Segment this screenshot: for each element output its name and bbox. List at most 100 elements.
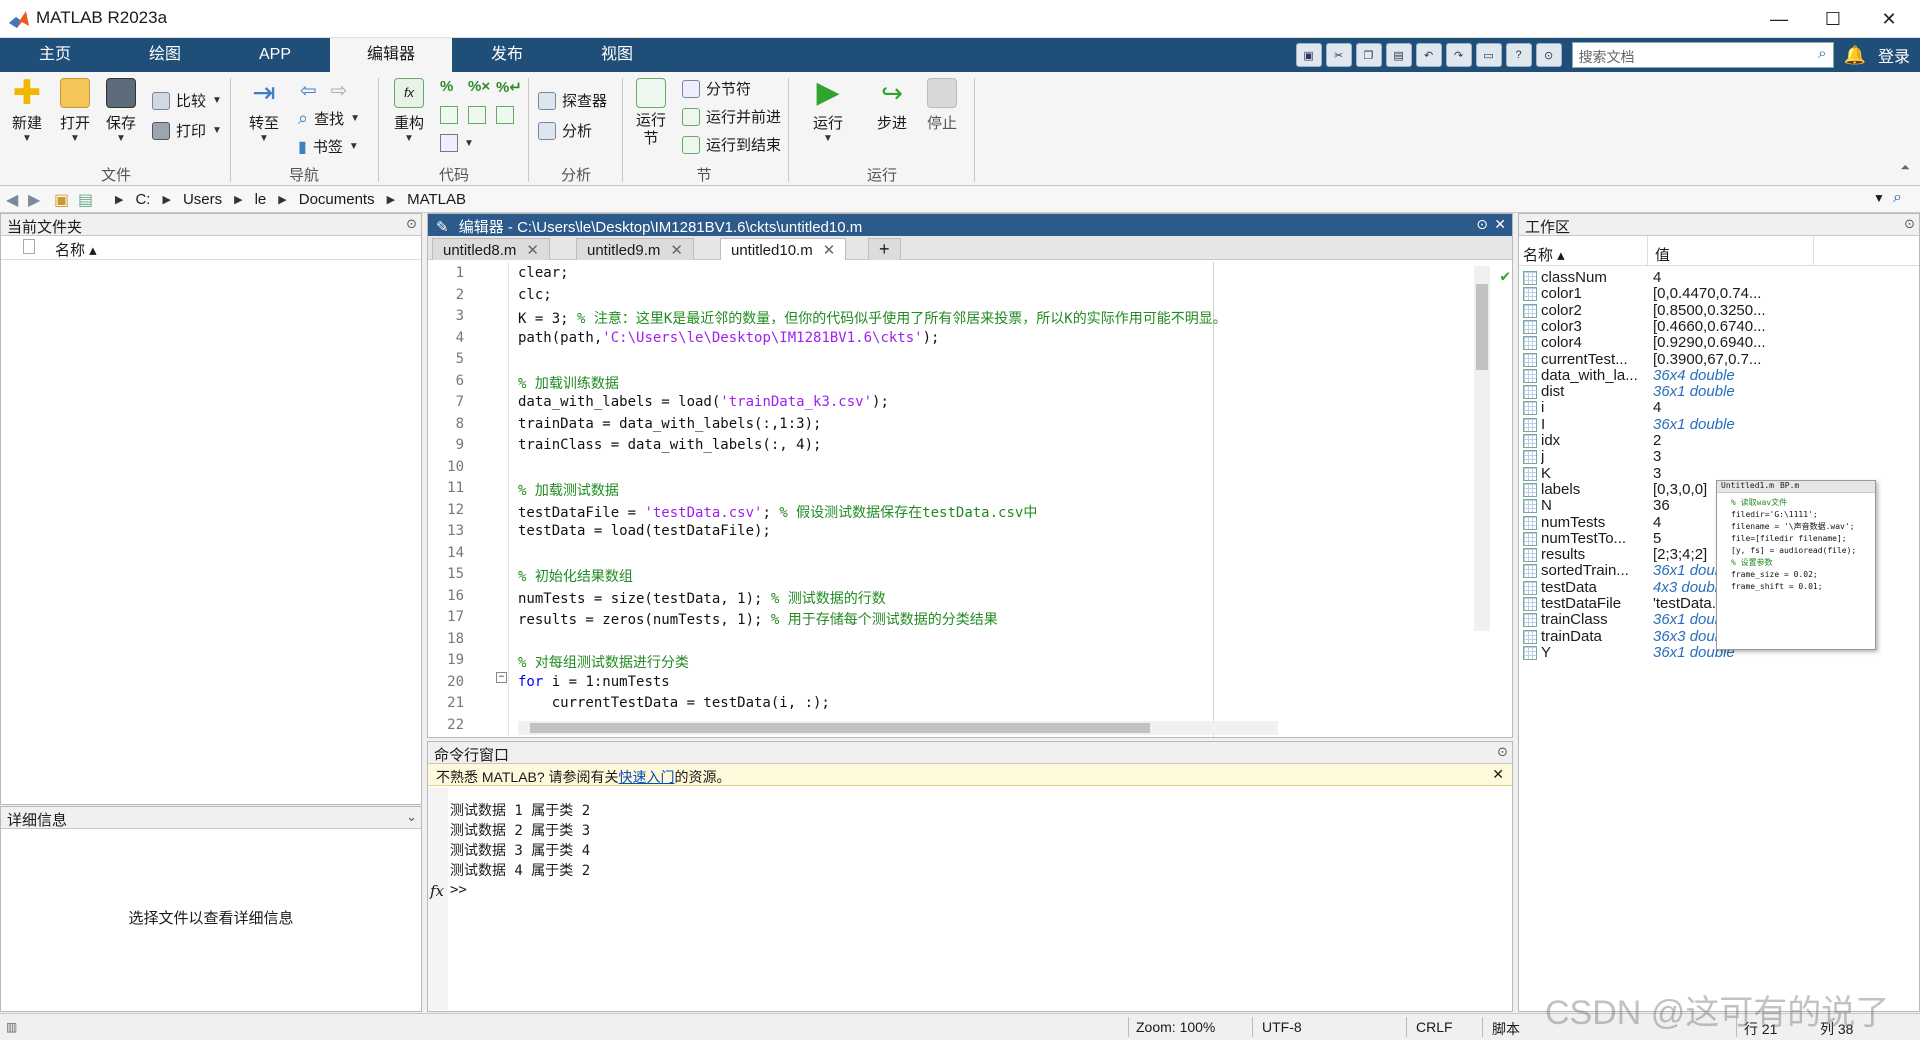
hscroll-thumb[interactable] <box>530 723 1150 733</box>
tab-view[interactable]: 视图 <box>562 38 672 72</box>
save-quick-icon[interactable]: ▣ <box>1295 43 1322 67</box>
forward-arrow-icon[interactable]: ⇨ <box>331 78 348 103</box>
comment-icon[interactable]: % <box>440 78 453 95</box>
line-number: 17 <box>447 609 464 625</box>
bookmark-button[interactable]: ▮ 书签 ▼ <box>298 136 359 157</box>
panel-menu-icon[interactable]: ⊙ <box>406 216 417 232</box>
code-line: clc; <box>518 287 552 303</box>
section-break-button[interactable]: 分节符 <box>682 78 751 99</box>
breadcrumb-item[interactable]: le <box>255 191 267 208</box>
breadcrumb-item[interactable]: MATLAB <box>407 191 466 208</box>
decrease-indent-icon[interactable] <box>468 106 486 124</box>
quick-access-toolbar: ▣ ✂ ❐ ▤ ↶ ↷ ▭ ? ⊙ 搜索文档 ⌕ 🔔 登录 <box>1294 41 1920 69</box>
forward-icon[interactable]: ▶ <box>28 190 40 210</box>
tab-untitled8[interactable]: untitled8.m ✕ <box>432 238 550 260</box>
new-tab-button[interactable]: + <box>868 238 901 260</box>
close-tab-icon[interactable]: ✕ <box>670 242 683 259</box>
editor-ribbon: ✚ 新建 ▼ 打开 ▼ 保存 ▼ 比较 ▼ 打印 ▼ 文件 ⇥ 转至 ▼ ⇦ ⇨ ⌕… <box>0 72 1920 186</box>
code-text: ); <box>922 329 940 346</box>
chevron-down-icon[interactable]: ⌄ <box>406 809 417 825</box>
open-button[interactable]: 打开 ▼ <box>54 78 96 144</box>
login-link[interactable]: 登录 <box>1878 43 1910 67</box>
redo-icon[interactable]: ↷ <box>1445 43 1472 67</box>
close-tab-icon[interactable]: ✕ <box>823 242 836 259</box>
smart-indent-icon[interactable] <box>440 106 458 124</box>
address-dropdown-icon[interactable]: ▼ <box>1873 191 1885 205</box>
name-column-header[interactable]: 名称 ▴ <box>55 239 97 260</box>
run-advance-icon <box>682 107 700 126</box>
print-button[interactable]: 打印 ▼ <box>152 120 222 141</box>
tab-untitled9[interactable]: untitled9.m ✕ <box>576 238 694 260</box>
new-button[interactable]: ✚ 新建 ▼ <box>6 76 48 144</box>
folder-search-icon[interactable]: ⌕ <box>1893 189 1902 207</box>
search-icon[interactable]: ⌕ <box>1818 45 1826 62</box>
scroll-thumb[interactable] <box>1476 284 1488 370</box>
command-prompt[interactable]: >> <box>450 882 467 898</box>
refactor-button[interactable]: fx 重构 ▼ <box>388 78 430 144</box>
editor-menu-icon[interactable]: ⊙ <box>1476 216 1488 233</box>
tab-apps[interactable]: APP <box>220 38 330 72</box>
code-area[interactable]: 1 clear; 2 clc; 3 K = 3; % 注意：这里K是最近邻的数量，但你的代… <box>428 262 1512 737</box>
maximize-button[interactable]: ☐ <box>1806 0 1860 38</box>
help-icon[interactable]: ? <box>1505 43 1532 67</box>
minimize-button[interactable]: — <box>1752 0 1806 38</box>
copy-icon[interactable]: ❐ <box>1355 43 1382 67</box>
compare-button[interactable]: 比较 ▼ <box>152 90 222 111</box>
close-window-button[interactable]: ✕ <box>1862 0 1916 38</box>
ws-value-column-header[interactable]: 值 <box>1655 244 1670 265</box>
run-to-end-button[interactable]: 运行到结束 <box>682 134 781 155</box>
stop-button[interactable]: 停止 <box>920 78 964 133</box>
tab-home[interactable]: 主页 <box>0 38 110 72</box>
tab-plots[interactable]: 绘图 <box>110 38 220 72</box>
notification-bell-icon[interactable]: 🔔 <box>1844 45 1866 66</box>
back-icon[interactable]: ◀ <box>6 190 18 210</box>
variable-matrix-icon <box>1523 417 1537 432</box>
run-section-label: 运行 节 <box>635 112 666 147</box>
switch-windows-icon[interactable]: ▭ <box>1475 43 1502 67</box>
ws-name-column-header[interactable]: 名称 ▴ <box>1523 244 1565 265</box>
back-arrow-icon[interactable]: ⇦ <box>300 78 317 103</box>
tab-untitled10[interactable]: untitled10.m ✕ <box>720 238 847 260</box>
variable-matrix-icon <box>1523 466 1537 481</box>
run-section-button[interactable]: 运行 节 <box>628 78 674 148</box>
fx-function-icon[interactable]: fx <box>430 882 444 900</box>
horizontal-scrollbar[interactable] <box>518 721 1278 735</box>
code-comment: % 对每组测试数据进行分类 <box>518 655 689 671</box>
fold-toggle-icon[interactable]: − <box>496 672 507 683</box>
browse-folder-icon[interactable]: ▤ <box>78 190 93 210</box>
thumb-code: % 读取wav文件 filedir='G:\1111'; filename = '\… <box>1717 493 1875 593</box>
step-button[interactable]: ↪ 步进 <box>870 78 914 133</box>
tab-publish[interactable]: 发布 <box>452 38 562 72</box>
run-button[interactable]: ▶ 运行 ▼ <box>806 78 850 145</box>
run-and-advance-button[interactable]: 运行并前进 <box>682 106 781 127</box>
search-docs-input[interactable]: 搜索文档 ⌕ <box>1571 42 1834 68</box>
tab-editor[interactable]: 编辑器 <box>330 38 452 72</box>
goto-button[interactable]: ⇥ 转至 ▼ <box>240 78 288 145</box>
code-string: 'C:\Users\le\Desktop\IM1281BV1.6\ckts' <box>602 329 923 346</box>
close-tab-icon[interactable]: ✕ <box>526 242 539 259</box>
panel-menu-icon[interactable]: ⊙ <box>1904 216 1915 232</box>
cut-icon[interactable]: ✂ <box>1325 43 1352 67</box>
wrap-comments-icon[interactable]: %↵ <box>496 78 522 96</box>
breadcrumb-item[interactable]: Documents <box>299 191 375 208</box>
breadcrumb-item[interactable]: Users <box>183 191 222 208</box>
paste-icon[interactable]: ▤ <box>1385 43 1412 67</box>
quick-start-link[interactable]: 快速入门 <box>619 769 675 785</box>
up-folder-icon[interactable]: ▣ <box>54 190 69 210</box>
increase-indent-icon[interactable] <box>496 106 514 124</box>
breadcrumb-item[interactable]: C: <box>135 191 150 208</box>
uncomment-icon[interactable]: %× <box>468 78 490 95</box>
panel-menu-icon[interactable]: ⊙ <box>1497 744 1508 760</box>
close-banner-icon[interactable]: ✕ <box>1492 766 1504 783</box>
function-browser-icon[interactable] <box>440 134 458 152</box>
analyze-button[interactable]: 分析 <box>538 120 592 141</box>
options-icon[interactable]: ⊙ <box>1535 43 1562 67</box>
find-button[interactable]: ⌕ 查找 ▼ <box>298 108 360 129</box>
close-editor-icon[interactable]: ✕ <box>1494 216 1506 233</box>
undo-icon[interactable]: ↶ <box>1415 43 1442 67</box>
profiler-button[interactable]: 探查器 <box>538 90 607 111</box>
collapse-ribbon-icon[interactable]: ⏶ <box>1900 160 1910 175</box>
banner-text-suffix: 的资源。 <box>674 769 731 785</box>
vertical-scrollbar[interactable] <box>1474 266 1490 631</box>
save-button[interactable]: 保存 ▼ <box>100 78 142 144</box>
